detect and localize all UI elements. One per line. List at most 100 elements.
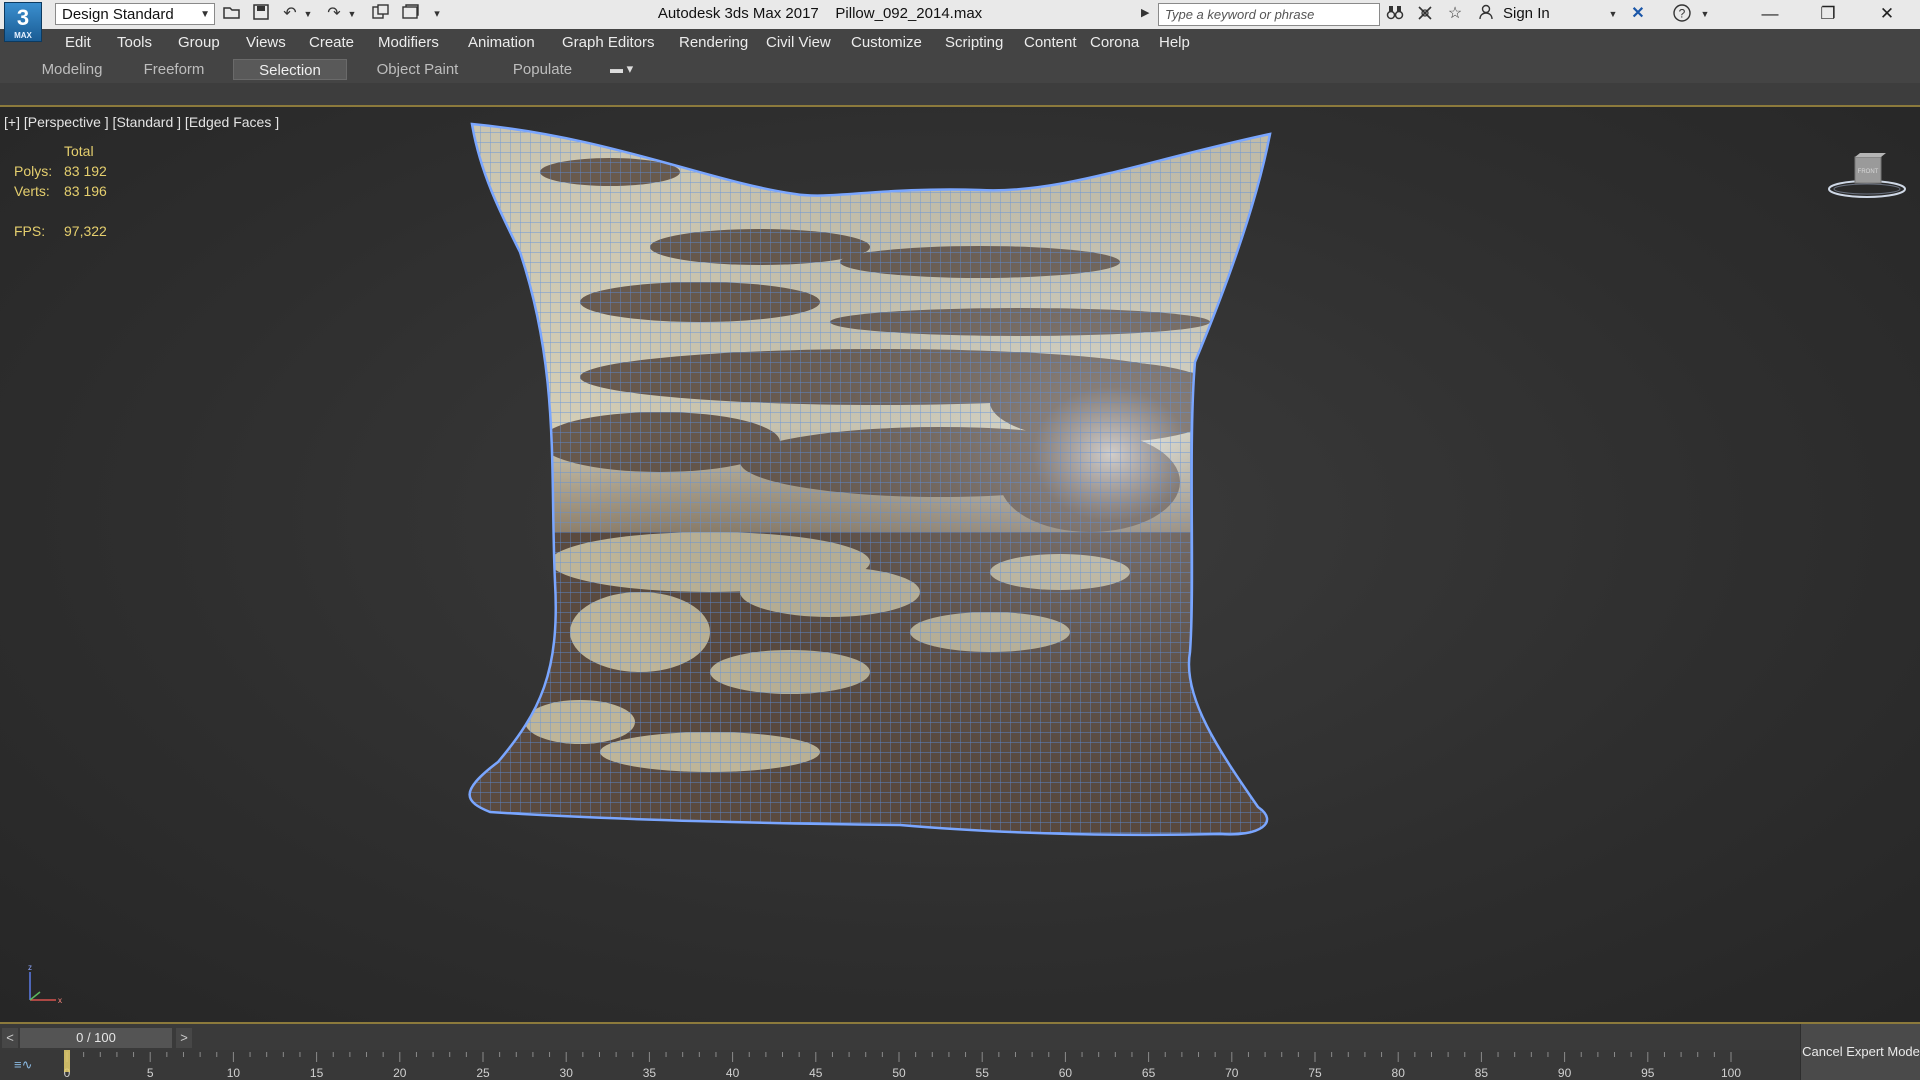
time-slider[interactable]: < 0 / 100 > (0, 1022, 1920, 1052)
save-icon[interactable] (251, 4, 271, 24)
trackbar-tick-label: 95 (1641, 1066, 1655, 1080)
favorites-star-icon[interactable]: ☆ (1445, 4, 1465, 24)
tab-populate[interactable]: Populate (490, 59, 595, 80)
trackbar-tick-label: 100 (1721, 1066, 1741, 1080)
trackbar-tick-label: 10 (227, 1066, 241, 1080)
app-logo-caption: MAX (14, 31, 32, 40)
app-logo-number: 3 (16, 5, 30, 30)
menu-group[interactable]: Group (178, 34, 220, 51)
axis-tripod-icon: z x (28, 963, 62, 1005)
user-icon[interactable] (1476, 4, 1496, 24)
menu-scripting[interactable]: Scripting (945, 34, 1003, 51)
workspace-select-value: Design Standard (62, 6, 174, 23)
menu-create[interactable]: Create (309, 34, 354, 51)
trackbar-tick-label: 30 (560, 1066, 574, 1080)
binoculars-icon[interactable] (1385, 4, 1405, 24)
menu-content[interactable]: Content (1024, 34, 1077, 51)
pillow-surface (469, 124, 1271, 835)
sign-in-link[interactable]: Sign In (1503, 5, 1550, 22)
tab-freeform[interactable]: Freeform (124, 59, 224, 80)
fps-label: FPS: (14, 223, 46, 239)
time-slider-thumb[interactable]: 0 / 100 (20, 1028, 172, 1048)
polys-label: Polys: (14, 163, 53, 179)
file-name: Pillow_092_2014.max (835, 5, 983, 22)
trackbar-tick-label: 40 (726, 1066, 740, 1080)
customize-quick-access-icon[interactable]: ▾ (427, 4, 447, 24)
help-dropdown-icon[interactable]: ▼ (1695, 4, 1715, 24)
trackbar-tick-label: 25 (476, 1066, 490, 1080)
app-logo-icon[interactable]: 3 MAX (4, 2, 42, 42)
fetch-icon[interactable] (401, 4, 421, 24)
polys-value: 83 192 (64, 163, 107, 179)
search-input[interactable] (1158, 3, 1380, 26)
svg-text:x: x (58, 996, 62, 1005)
undo-dropdown-icon[interactable]: ▼ (298, 4, 318, 24)
svg-text:z: z (28, 963, 32, 972)
title-bar: 3 MAX Design Standard ▼ ↶ ▼ ↷ ▼ ▾ Autode… (0, 0, 1920, 42)
menu-customize[interactable]: Customize (851, 34, 922, 51)
window-title: Autodesk 3ds Max 2017 Pillow_092_2014.ma… (560, 5, 1080, 22)
trackbar-tick-label: 80 (1392, 1066, 1406, 1080)
menu-edit[interactable]: Edit (65, 34, 91, 51)
tab-modeling[interactable]: Modeling (20, 59, 124, 80)
minimize-button[interactable]: — (1747, 2, 1793, 26)
tab-object-paint[interactable]: Object Paint (360, 59, 475, 80)
trackbar[interactable]: ≡∿ 0 5 10 15 20 25 30 35 40 45 50 55 60 65 70 75 80 85 90 9… (0, 1050, 1920, 1080)
pillow-mesh[interactable] (460, 112, 1510, 1012)
menu-corona[interactable]: Corona (1090, 34, 1139, 51)
viewcube-face-label: FRONT (1858, 169, 1879, 175)
ribbon-options-icon[interactable]: ▬ ▾ (610, 61, 633, 77)
trackbar-tick-label: 15 (310, 1066, 324, 1080)
verts-label: Verts: (14, 183, 50, 199)
open-icon[interactable] (222, 4, 242, 24)
chevron-down-icon: ▼ (200, 9, 210, 20)
sign-in-dropdown-icon[interactable]: ▼ (1603, 4, 1623, 24)
cancel-expert-mode-button[interactable]: Cancel Expert Mode (1800, 1024, 1920, 1080)
menu-views[interactable]: Views (246, 34, 286, 51)
redo-dropdown-icon[interactable]: ▼ (342, 4, 362, 24)
perspective-viewport[interactable]: [+] [Perspective ] [Standard ] [Edged Fa… (0, 107, 1920, 1022)
tab-selection[interactable]: Selection (233, 59, 347, 80)
trackbar-tick-label: 70 (1225, 1066, 1239, 1080)
trackbar-ticks: 0 5 10 15 20 25 30 35 40 45 50 55 60 65 70 75 80 85 90 95 10… (64, 1050, 1741, 1080)
ribbon-tabs: Modeling Freeform Selection Object Paint… (0, 56, 1920, 83)
menu-bar: Edit Tools Group Views Create Modifiers … (0, 29, 1920, 57)
previous-frame-button[interactable]: < (2, 1028, 18, 1048)
trackbar-tick-label: 35 (643, 1066, 657, 1080)
viewport-label[interactable]: [+] [Perspective ] [Standard ] [Edged Fa… (4, 114, 279, 130)
trackbar-tick-label: 45 (809, 1066, 823, 1080)
menu-civil-view[interactable]: Civil View (766, 34, 831, 51)
menu-graph-editors[interactable]: Graph Editors (562, 34, 655, 51)
workspace-select[interactable]: Design Standard ▼ (55, 3, 215, 25)
stats-header: Total (64, 143, 94, 159)
trackbar-tick-label: 20 (393, 1066, 407, 1080)
viewcube-icon[interactable]: FRONT (1822, 147, 1912, 207)
menu-help[interactable]: Help (1159, 34, 1190, 51)
help-icon[interactable]: ? (1672, 4, 1692, 24)
menu-animation[interactable]: Animation (468, 34, 535, 51)
ribbon-panel (0, 83, 1920, 107)
exchange-apps-icon[interactable]: ✕ (1628, 4, 1648, 24)
menu-rendering[interactable]: Rendering (679, 34, 748, 51)
fps-value: 97,322 (64, 223, 107, 239)
communication-center-icon[interactable] (1415, 4, 1435, 24)
menu-modifiers[interactable]: Modifiers (378, 34, 439, 51)
expand-arrow-icon[interactable]: ▶ (1141, 6, 1149, 19)
hold-icon[interactable] (371, 4, 391, 24)
redo-icon[interactable]: ↷ (324, 4, 344, 24)
trackbar-tick-label: 65 (1142, 1066, 1156, 1080)
close-button[interactable]: ✕ (1864, 2, 1910, 26)
app-title: Autodesk 3ds Max 2017 (657, 5, 819, 22)
trackbar-tick-label: 55 (976, 1066, 990, 1080)
trackbar-tick-label: 85 (1475, 1066, 1489, 1080)
trackbar-tick-label: 60 (1059, 1066, 1073, 1080)
next-frame-button[interactable]: > (176, 1028, 192, 1048)
menu-tools[interactable]: Tools (117, 34, 152, 51)
restore-button[interactable]: ❐ (1805, 2, 1851, 26)
verts-value: 83 196 (64, 183, 107, 199)
trackbar-tick-label: 90 (1558, 1066, 1572, 1080)
undo-icon[interactable]: ↶ (280, 4, 300, 24)
trackbar-tick-label: 5 (147, 1066, 154, 1080)
trackbar-tick-label: 50 (892, 1066, 906, 1080)
current-frame-marker[interactable] (64, 1050, 70, 1072)
